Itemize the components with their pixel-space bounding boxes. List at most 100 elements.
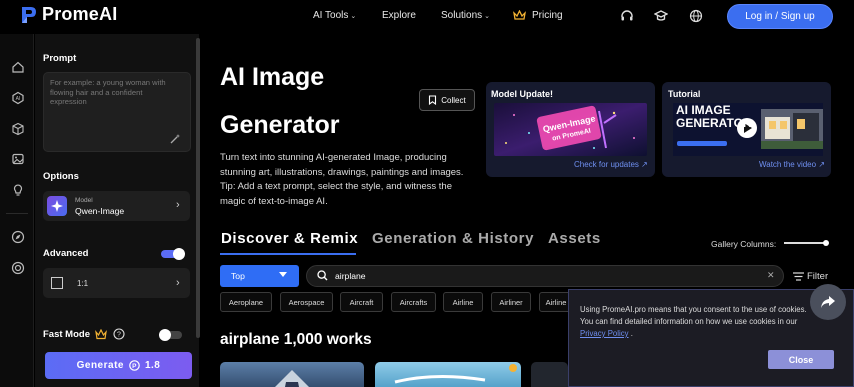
home-icon[interactable] (11, 60, 25, 74)
bookmark-icon (429, 95, 437, 105)
credit-coin-icon: P (129, 360, 140, 371)
filter-label: Filter (807, 271, 829, 282)
caret-down-icon (279, 272, 287, 277)
prompt-title: Prompt (43, 53, 77, 64)
share-button[interactable] (810, 284, 846, 320)
brand-logo[interactable]: PromeAI (20, 4, 117, 25)
svg-text:AI: AI (16, 96, 21, 102)
arrow-up-right-icon: ↗ (818, 160, 826, 169)
lightbulb-icon[interactable] (11, 183, 25, 197)
fast-mode-toggle[interactable] (159, 329, 182, 341)
cookie-consent-text: Using PromeAI.pro means that you consent… (580, 304, 820, 340)
sort-select[interactable]: Top (220, 265, 299, 287)
tag-chip[interactable]: Aeroplane (220, 292, 272, 312)
tag-chip[interactable]: Airline (443, 292, 483, 312)
gallery-columns-slider[interactable] (784, 242, 826, 244)
collect-label: Collect (441, 95, 466, 105)
cookie-text-end: . (628, 329, 633, 338)
model-update-title: Model Update! (491, 89, 553, 99)
svg-text:P: P (132, 363, 137, 370)
tag-chip[interactable]: Aircrafts (391, 292, 436, 312)
search-value: airplane (335, 271, 366, 281)
tag-chip[interactable]: Aircraft (340, 292, 383, 312)
collect-button[interactable]: Collect (419, 89, 475, 111)
gallery-thumbnail[interactable] (375, 362, 521, 387)
arrow-up-right-icon: ↗ (641, 160, 648, 169)
login-signup-button[interactable]: Log in / Sign up (727, 4, 833, 29)
clear-search-icon[interactable]: ✕ (767, 270, 775, 281)
advanced-toggle[interactable] (161, 248, 185, 260)
tab-discover-remix[interactable]: Discover & Remix (221, 230, 358, 247)
generate-cost: 1.8 (144, 360, 161, 371)
nav-explore[interactable]: Explore (382, 10, 416, 21)
graduation-cap-icon[interactable] (654, 9, 668, 23)
rail-divider (6, 213, 28, 214)
toggle-knob (159, 329, 171, 341)
active-tab-indicator (220, 253, 356, 255)
check-updates-link[interactable]: Check for updates ↗ (574, 160, 648, 169)
cube-icon[interactable] (11, 122, 25, 136)
nav-ai-tools[interactable]: AI Tools ⌄ (313, 10, 356, 21)
toggle-knob (173, 248, 185, 260)
cookie-close-button[interactable]: Close (768, 350, 834, 369)
model-update-banner: Qwen-Image on PromeAI (494, 103, 647, 156)
tag-chip[interactable]: Aerospace (280, 292, 333, 312)
airplane-image (394, 364, 517, 384)
sort-select-value: Top (231, 271, 245, 281)
top-navbar: PromeAI AI Tools ⌄ Explore Solutions ⌄ P… (0, 0, 854, 34)
page-title-line2: Generator (220, 111, 340, 139)
chevron-right-icon: › (176, 277, 180, 289)
compass-icon[interactable] (11, 230, 25, 244)
generate-button[interactable]: Generate P 1.8 (45, 352, 192, 379)
prompt-placeholder: For example: a young woman with flowing … (50, 78, 166, 106)
aspect-ratio-selector[interactable] (43, 268, 190, 298)
ai-chip-icon[interactable]: AI (11, 91, 25, 105)
tab-generation-history[interactable]: Generation & History (372, 230, 534, 247)
fast-mode-label: Fast Mode (43, 329, 90, 340)
help-icon[interactable]: ? (113, 328, 125, 340)
tab-assets[interactable]: Assets (548, 230, 601, 247)
page-title-line1: AI Image (220, 63, 325, 91)
search-input[interactable] (306, 265, 784, 287)
tutorial-title: Tutorial (668, 89, 701, 99)
gallery-columns-label: Gallery Columns: (711, 239, 777, 249)
privacy-policy-link[interactable]: Privacy Policy (580, 329, 629, 338)
chevron-down-icon: ⌄ (484, 12, 491, 20)
sparkle-icon (51, 200, 63, 212)
airplane-image (275, 370, 309, 387)
gallery-columns-slider-knob[interactable] (823, 240, 829, 246)
tutorial-overlay-line2: GENERATOR (676, 116, 752, 130)
crown-icon (513, 10, 526, 20)
target-icon[interactable] (11, 261, 25, 275)
chevron-right-icon: › (176, 199, 180, 211)
magic-wand-icon[interactable] (169, 133, 181, 145)
square-ratio-icon (51, 277, 63, 289)
works-heading: airplane 1,000 works (220, 331, 372, 348)
search-icon (317, 270, 328, 281)
nav-pricing-label: Pricing (532, 10, 563, 21)
watch-video-link[interactable]: Watch the video ↗ (759, 160, 825, 169)
gallery-thumbnail[interactable] (531, 362, 568, 387)
options-title: Options (43, 171, 79, 182)
check-updates-label: Check for updates (574, 160, 639, 169)
model-caption: Model (75, 197, 93, 204)
filter-button[interactable]: Filter (793, 271, 828, 282)
nav-explore-label: Explore (382, 10, 416, 21)
watch-video-label: Watch the video (759, 160, 817, 169)
nav-solutions[interactable]: Solutions ⌄ (441, 10, 490, 21)
filter-lines-icon (793, 272, 804, 281)
globe-icon[interactable] (689, 9, 703, 23)
svg-text:?: ? (117, 332, 121, 339)
nav-pricing[interactable]: Pricing (513, 10, 563, 21)
aspect-ratio-value: 1:1 (77, 279, 89, 288)
share-arrow-icon (821, 296, 835, 308)
left-rail (0, 34, 34, 387)
gallery-icon[interactable] (11, 152, 25, 166)
model-thumbnail (47, 196, 67, 216)
tag-chip[interactable]: Airliner (491, 292, 531, 312)
brand-name: PromeAI (42, 4, 118, 24)
promeai-logo-icon (22, 6, 36, 23)
gallery-thumbnail[interactable] (220, 362, 364, 387)
headset-icon[interactable] (620, 9, 634, 23)
panel-scrollbar[interactable] (196, 38, 200, 338)
